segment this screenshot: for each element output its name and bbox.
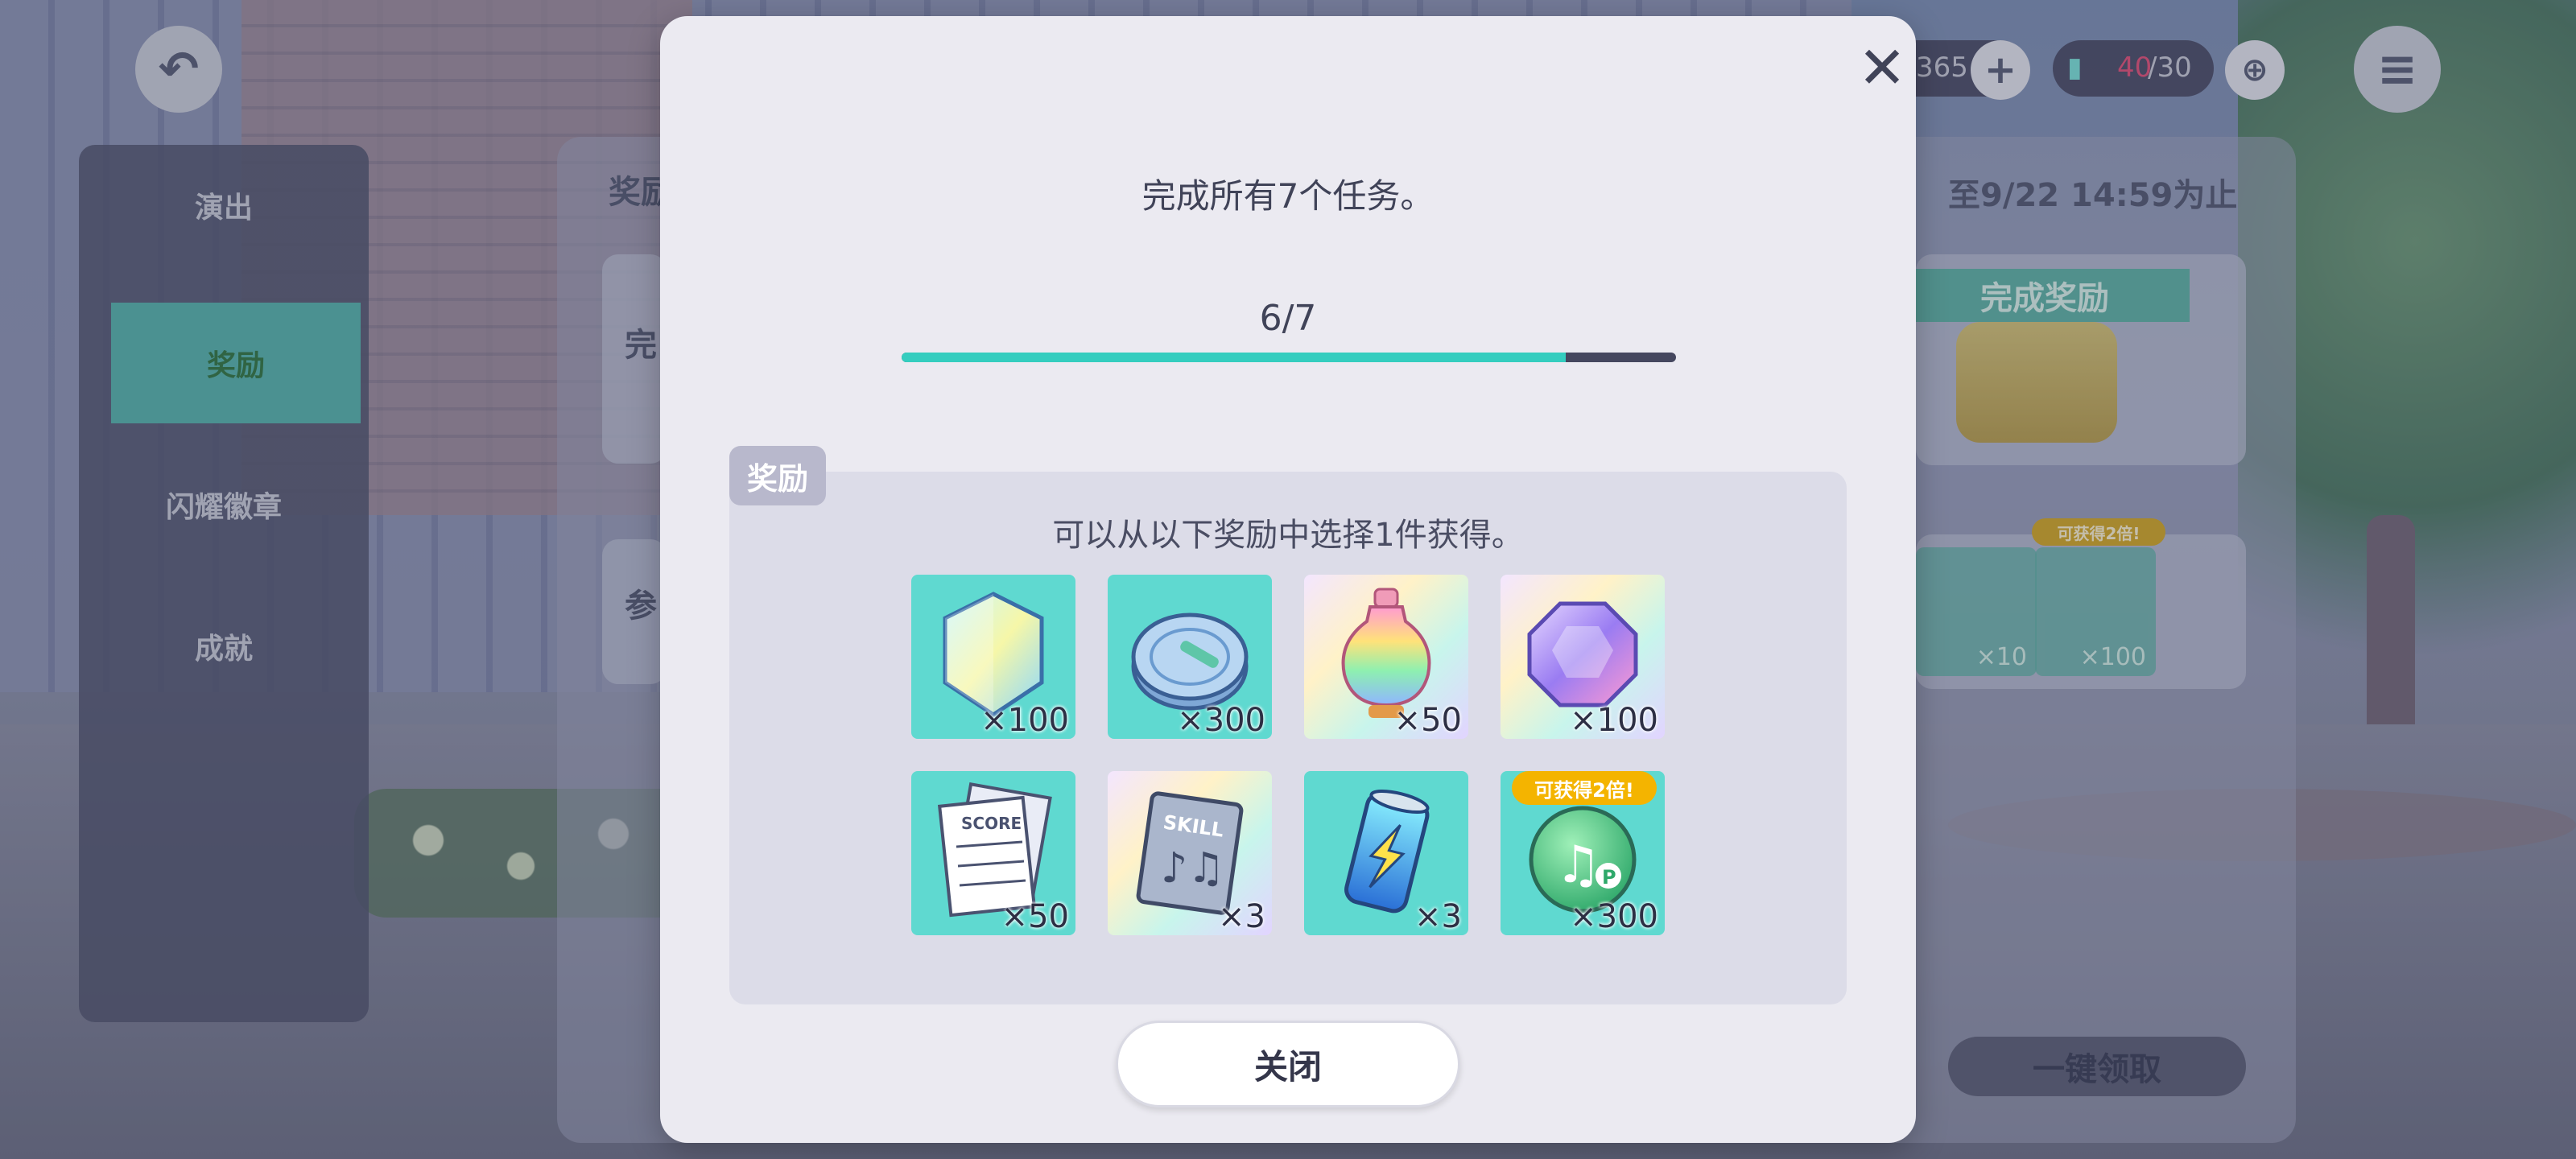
reward-qty: ×300 [1177, 702, 1265, 739]
reward-qty: ×3 [1218, 898, 1265, 935]
progress-bar [902, 353, 1676, 362]
progress-label: 6/7 [1259, 298, 1317, 339]
close-button[interactable]: 关闭 [1116, 1021, 1460, 1107]
reward-tile-score[interactable]: SCORE ×50 [911, 771, 1075, 935]
svg-text:SCORE: SCORE [961, 814, 1022, 833]
reward-tile-bottle[interactable]: ×50 [1304, 575, 1468, 739]
reward-qty: ×300 [1570, 898, 1658, 935]
reward-tile-skill[interactable]: SKILL ♪♫ ×3 [1108, 771, 1272, 935]
reward-qty: ×50 [1393, 702, 1462, 739]
choose-instruction: 可以从以下奖励中选择1件获得。 [1052, 517, 1524, 554]
progress-bar-fill [902, 353, 1566, 362]
mission-text: 完成所有7个任务。 [1141, 176, 1435, 216]
reward-tile-crystal[interactable]: ×100 [911, 575, 1075, 739]
close-icon[interactable]: ✕ [1850, 35, 1914, 100]
double-bonus-badge: 可获得2倍! [1512, 771, 1657, 805]
reward-tag: 奖励 [729, 446, 826, 505]
svg-text:♫: ♫ [1555, 835, 1601, 895]
reward-qty: ×3 [1414, 898, 1462, 935]
reward-tile-drink[interactable]: ×3 [1304, 771, 1468, 935]
svg-text:P: P [1602, 866, 1616, 889]
reward-tile-coin[interactable]: ×300 [1108, 575, 1272, 739]
svg-text:♪♫: ♪♫ [1161, 844, 1225, 893]
mission-reward-dialog: ✕ 完成所有7个任务。 6/7 奖励 可以从以下奖励中选择1件获得。 ×100 … [660, 16, 1916, 1143]
reward-qty: ×100 [1570, 702, 1658, 739]
reward-qty: ×100 [980, 702, 1069, 739]
reward-tile-jewel[interactable]: ×100 [1501, 575, 1665, 739]
reward-qty: ×50 [1001, 898, 1069, 935]
